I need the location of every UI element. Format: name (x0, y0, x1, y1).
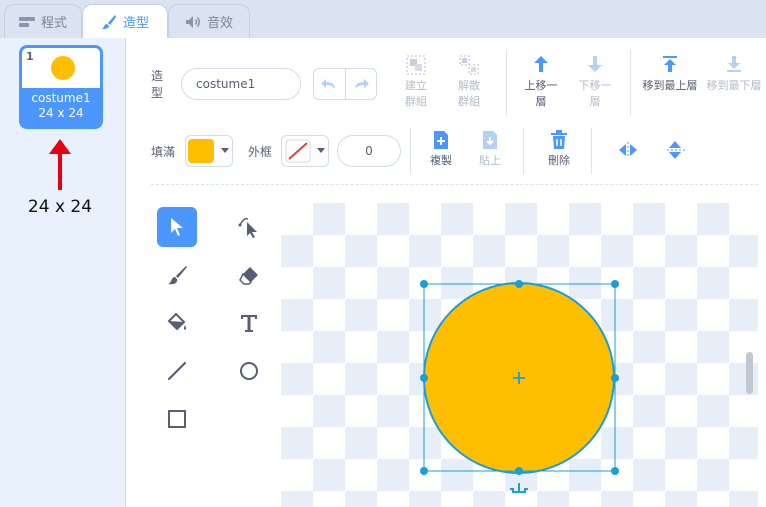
ungroup-icon (459, 55, 479, 75)
tab-costumes-label: 造型 (122, 16, 149, 31)
trash-icon (551, 130, 567, 149)
select-tool[interactable] (157, 207, 197, 247)
costume-name-value: costume1 (196, 77, 256, 91)
ungroup-label: 解散群組 (458, 79, 480, 108)
front-label: 移到最上層 (642, 79, 698, 92)
paste-button[interactable]: 貼上 (471, 130, 509, 169)
brush-icon (168, 266, 187, 285)
copy-button[interactable]: 複製 (422, 130, 460, 169)
delete-button[interactable]: 刪除 (540, 130, 578, 169)
arrow-up-icon (534, 56, 548, 72)
tab-code[interactable]: 程式 (4, 4, 82, 38)
reshape-tool[interactable] (229, 207, 269, 247)
send-to-back-icon (727, 56, 741, 72)
delete-label: 刪除 (548, 154, 570, 167)
eraser-tool[interactable] (229, 255, 269, 295)
forward-button[interactable]: 上移一層 (519, 54, 563, 110)
outline-label: 外框 (248, 145, 273, 159)
costume-name: costume1 (31, 91, 91, 105)
text-tool[interactable] (229, 303, 269, 343)
fill-color-picker[interactable] (185, 135, 233, 167)
toolbar-divider (630, 50, 631, 116)
chevron-down-icon (221, 148, 229, 153)
paint-canvas[interactable] (281, 203, 758, 507)
costume-size: 24 x 24 (38, 106, 84, 120)
code-icon (18, 16, 35, 27)
toolbar-divider (410, 128, 411, 174)
square-icon (168, 410, 186, 428)
paint-bucket-icon (167, 312, 186, 331)
fill-tool[interactable] (157, 303, 197, 343)
backward-label: 下移一層 (578, 79, 612, 108)
flip-vertical-icon[interactable] (666, 139, 686, 161)
front-button[interactable]: 移到最上層 (642, 54, 698, 94)
flip-horizontal-icon[interactable] (617, 141, 639, 159)
fill-swatch (188, 139, 214, 163)
circle-tool[interactable] (229, 351, 269, 391)
toolbar-canvas-divider (151, 184, 758, 185)
undo-redo-group (313, 68, 377, 100)
chevron-down-icon (317, 148, 325, 153)
circle-icon (240, 362, 258, 380)
text-icon (241, 315, 257, 332)
annotation-arrow-icon (49, 139, 71, 190)
outline-width-input[interactable]: 0 (337, 135, 401, 167)
outline-color-picker[interactable] (281, 135, 329, 167)
back-label: 移到最下層 (706, 79, 762, 92)
tab-costumes[interactable]: 造型 (82, 4, 168, 38)
costume-tile[interactable]: 1 costume1 24 x 24 (19, 45, 103, 129)
no-color-icon (285, 139, 311, 163)
speaker-icon (185, 15, 200, 28)
canvas-drawing (420, 280, 619, 493)
arrow-down-icon (588, 56, 602, 72)
costume-preview-circle (51, 56, 75, 80)
rectangle-tool[interactable] (157, 399, 197, 439)
copy-label: 複製 (430, 154, 452, 167)
tab-sounds[interactable]: 音效 (168, 4, 250, 38)
toolbar-divider (591, 128, 592, 174)
costume-thumbnail: 1 (22, 48, 100, 88)
outline-width-value: 0 (365, 144, 373, 158)
fill-label: 填滿 (151, 145, 176, 159)
undo-icon (321, 79, 336, 89)
size-annotation: 24 x 24 (27, 197, 93, 217)
undo-button[interactable] (314, 69, 346, 99)
paintbrush-icon (101, 14, 116, 29)
vertical-scrollbar[interactable] (746, 352, 753, 394)
group-label: 建立群組 (405, 79, 427, 108)
tab-code-label: 程式 (40, 16, 67, 31)
copy-icon (434, 131, 448, 149)
line-icon (167, 361, 187, 381)
back-button[interactable]: 移到最下層 (706, 54, 762, 94)
eraser-icon (239, 267, 258, 285)
paste-label: 貼上 (479, 154, 501, 167)
costume-name-input[interactable]: costume1 (181, 68, 301, 100)
brush-tool[interactable] (157, 255, 197, 295)
rotate-handle-icon (510, 483, 528, 493)
forward-label: 上移一層 (524, 79, 558, 108)
redo-button[interactable] (346, 69, 377, 99)
costume-index: 1 (26, 50, 34, 63)
toolbar-divider (506, 50, 507, 116)
group-button[interactable]: 建立群組 (395, 54, 437, 110)
backward-button[interactable]: 下移一層 (573, 54, 617, 110)
reshape-icon (238, 217, 257, 238)
tab-sounds-label: 音效 (206, 16, 233, 31)
redo-icon (354, 79, 369, 89)
toolbar-divider (523, 128, 524, 174)
bring-to-front-icon (663, 56, 677, 72)
costume-name-label: 造型 (151, 69, 164, 100)
group-icon (406, 55, 426, 75)
ungroup-button[interactable]: 解散群組 (448, 54, 490, 110)
arrow-pointer-icon (171, 218, 183, 236)
paste-icon (483, 131, 497, 149)
line-tool[interactable] (157, 351, 197, 391)
